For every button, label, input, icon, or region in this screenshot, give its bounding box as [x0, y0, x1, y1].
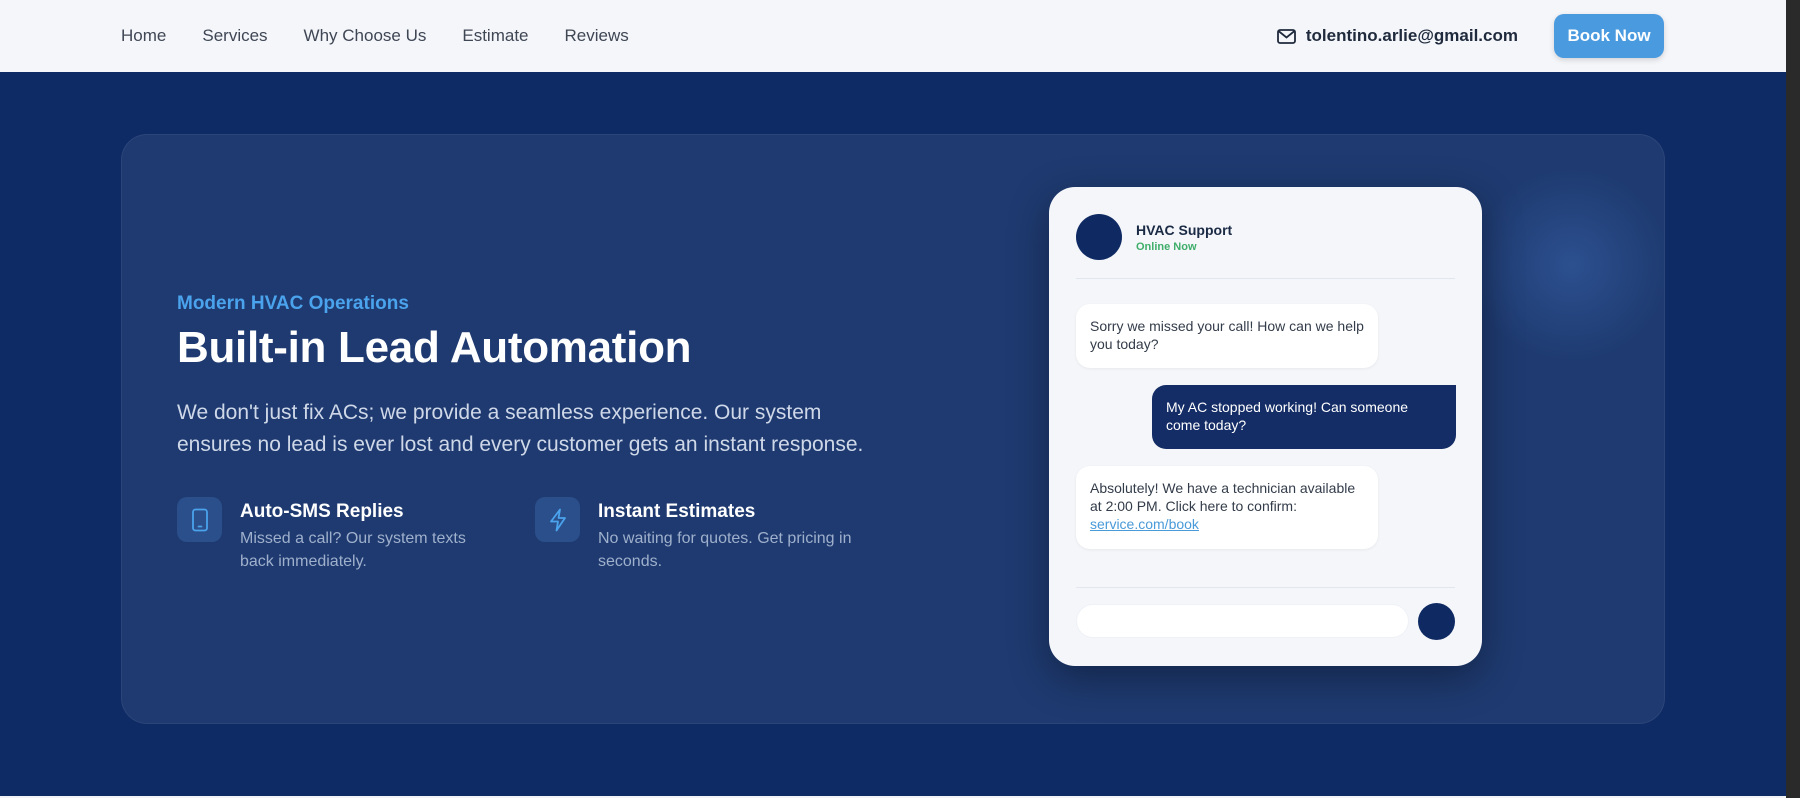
- nav-link-why-choose-us[interactable]: Why Choose Us: [304, 26, 427, 46]
- lightning-icon: [535, 497, 580, 542]
- feature-title: Auto-SMS Replies: [240, 501, 404, 522]
- nav-link-home[interactable]: Home: [121, 26, 166, 46]
- hero-headline: Built-in Lead Automation: [177, 323, 692, 372]
- chat-divider: [1076, 587, 1455, 588]
- decorative-glow: [1472, 165, 1664, 365]
- chat-message-agent: Absolutely! We have a technician availab…: [1076, 466, 1378, 549]
- smartphone-icon: [177, 497, 222, 542]
- nav-link-estimate[interactable]: Estimate: [462, 26, 528, 46]
- book-now-button[interactable]: Book Now: [1554, 14, 1664, 58]
- chat-header: HVAC Support Online Now: [1076, 214, 1232, 260]
- hero-description: We don't just fix ACs; we provide a seam…: [177, 401, 864, 456]
- chat-input[interactable]: [1076, 604, 1409, 638]
- nav-right: tolentino.arlie@gmail.com Book Now: [1276, 0, 1664, 72]
- agent-status: Online Now: [1136, 240, 1197, 253]
- agent-info: HVAC Support Online Now: [1136, 222, 1232, 253]
- chat-message-customer: My AC stopped working! Can someone come …: [1152, 385, 1456, 449]
- message-text: Absolutely! We have a technician availab…: [1090, 480, 1356, 514]
- feature-body: Instant Estimates No waiting for quotes.…: [598, 497, 858, 573]
- feature-body: Auto-SMS Replies Missed a call? Our syst…: [240, 497, 500, 573]
- chat-divider: [1076, 278, 1455, 279]
- feature-title: Instant Estimates: [598, 501, 756, 522]
- page: Home Services Why Choose Us Estimate Rev…: [0, 0, 1786, 796]
- chat-mockup: HVAC Support Online Now Sorry we missed …: [1049, 187, 1482, 666]
- email-link[interactable]: tolentino.arlie@gmail.com: [1276, 26, 1518, 46]
- hero-card: Modern HVAC Operations Built-in Lead Aut…: [121, 134, 1665, 724]
- feature-text: No waiting for quotes. Get pricing in se…: [598, 530, 852, 570]
- feature-text: Missed a call? Our system texts back imm…: [240, 530, 466, 570]
- email-text: tolentino.arlie@gmail.com: [1305, 26, 1518, 45]
- agent-name: HVAC Support: [1136, 221, 1233, 238]
- nav-links: Home Services Why Choose Us Estimate Rev…: [121, 0, 665, 72]
- booking-link[interactable]: service.com/book: [1090, 516, 1199, 532]
- top-nav: Home Services Why Choose Us Estimate Rev…: [0, 0, 1786, 72]
- avatar: [1076, 214, 1122, 260]
- feature-instant-estimates: Instant Estimates No waiting for quotes.…: [535, 497, 858, 573]
- chat-message-agent: Sorry we missed your call! How can we he…: [1076, 304, 1378, 368]
- scrollbar[interactable]: [1786, 0, 1800, 798]
- send-button[interactable]: [1418, 603, 1455, 640]
- hero-eyebrow: Modern HVAC Operations: [177, 293, 409, 314]
- mail-icon: [1276, 28, 1296, 44]
- feature-auto-sms: Auto-SMS Replies Missed a call? Our syst…: [177, 497, 500, 573]
- nav-link-services[interactable]: Services: [202, 26, 267, 46]
- nav-link-reviews[interactable]: Reviews: [565, 26, 629, 46]
